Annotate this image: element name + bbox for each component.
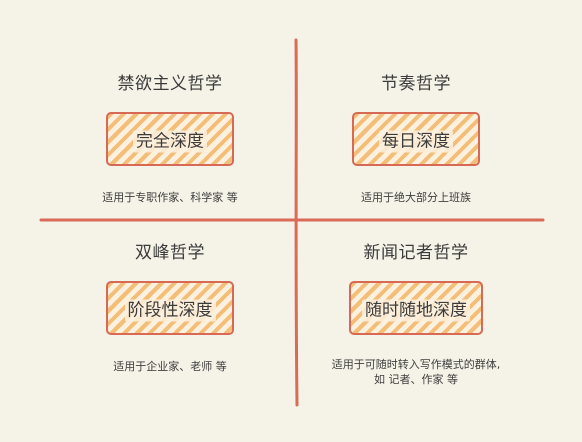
depth-label-text: 随时随地深度 bbox=[362, 299, 470, 322]
depth-box: 阶段性深度 bbox=[106, 281, 234, 335]
depth-label-text: 完全深度 bbox=[133, 130, 207, 153]
quadrant-title: 双峰哲学 bbox=[135, 243, 205, 263]
quadrant-title: 新闻记者哲学 bbox=[363, 243, 469, 263]
quadrant-bimodal: 双峰哲学 阶段性深度 适用于企业家、老师 等 bbox=[40, 241, 300, 374]
depth-label-text: 阶段性深度 bbox=[124, 299, 216, 322]
depth-label: 随时随地深度 bbox=[351, 296, 481, 322]
depth-box: 随时随地深度 bbox=[349, 281, 483, 335]
depth-box: 每日深度 bbox=[352, 112, 480, 166]
depth-label: 阶段性深度 bbox=[108, 296, 232, 322]
horizontal-axis bbox=[39, 218, 545, 222]
quadrant-description: 适用于绝大部分上班族 bbox=[361, 191, 471, 204]
description-line: 适用于可随时转入写作模式的群体, bbox=[331, 358, 501, 371]
diagram-canvas: 禁欲主义哲学 完全深度 适用于专职作家、科学家 等 节奏哲学 每日深度 适用于绝… bbox=[0, 0, 582, 442]
depth-box: 完全深度 bbox=[106, 112, 234, 166]
quadrant-journalistic: 新闻记者哲学 随时随地深度 适用于可随时转入写作模式的群体, 如 记者、作家 等 bbox=[286, 241, 546, 387]
quadrant-description: 适用于可随时转入写作模式的群体, 如 记者、作家 等 bbox=[286, 357, 546, 387]
depth-label-text: 每日深度 bbox=[379, 130, 453, 153]
depth-label: 每日深度 bbox=[354, 127, 478, 153]
quadrant-monastic: 禁欲主义哲学 完全深度 适用于专职作家、科学家 等 bbox=[40, 72, 300, 205]
quadrant-title: 节奏哲学 bbox=[381, 74, 451, 94]
depth-label: 完全深度 bbox=[108, 127, 232, 153]
quadrant-title: 禁欲主义哲学 bbox=[117, 74, 223, 94]
quadrant-rhythmic: 节奏哲学 每日深度 适用于绝大部分上班族 bbox=[286, 72, 546, 205]
description-line: 如 记者、作家 等 bbox=[374, 373, 458, 386]
quadrant-description: 适用于企业家、老师 等 bbox=[113, 360, 227, 373]
quadrant-description: 适用于专职作家、科学家 等 bbox=[102, 191, 238, 204]
